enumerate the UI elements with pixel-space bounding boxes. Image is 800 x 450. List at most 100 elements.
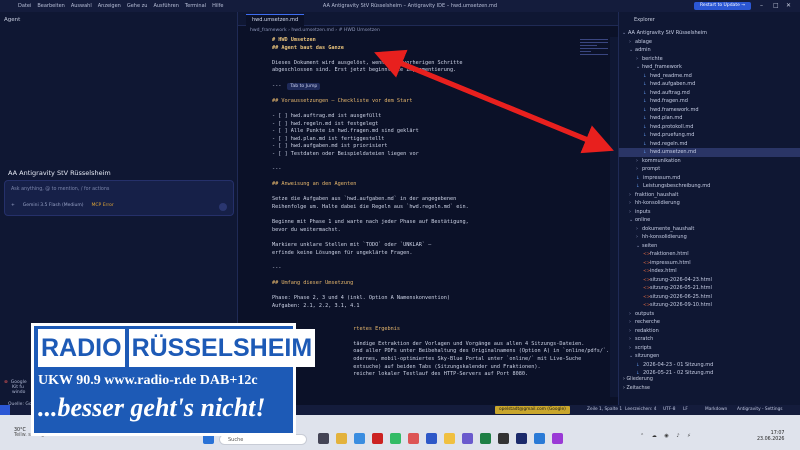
code-line[interactable]: ## Anweisung an den Agenten: [272, 181, 612, 189]
breadcrumb[interactable]: hwd_framework › hwd.umsetzen.md › # HWD …: [250, 28, 380, 33]
breadcrumb-item[interactable]: # HWD Umsetzen: [339, 28, 380, 33]
tree-file[interactable]: <>impressum.html: [619, 259, 800, 268]
close-icon[interactable]: ✕: [786, 2, 791, 9]
tree-folder[interactable]: › recherche: [619, 318, 800, 327]
antigravity-icon[interactable]: [516, 433, 527, 444]
code-line[interactable]: [272, 105, 612, 113]
menu-item[interactable]: Anzeigen: [98, 3, 121, 9]
settings-status[interactable]: Antigravity - Settings: [737, 407, 783, 412]
app-icon[interactable]: [408, 433, 419, 444]
tree-folder[interactable]: › outputs: [619, 310, 800, 319]
tree-folder[interactable]: › scratch: [619, 335, 800, 344]
tree-file[interactable]: ↓ 2026-04-23 - 01 Sitzung.md: [619, 361, 800, 370]
code-line[interactable]: Phase: Phase 2, 3 und 4 (inkl. Option A …: [272, 295, 612, 303]
code-line[interactable]: odernes, mobil-optimiertes Sky-Blue Port…: [272, 356, 612, 364]
terminal-icon[interactable]: [498, 433, 509, 444]
system-tray[interactable]: ⌃ ☁ ◉ ♪ ⚡: [640, 433, 694, 439]
minimize-icon[interactable]: –: [760, 2, 763, 9]
app-icon[interactable]: [480, 433, 491, 444]
menu-item[interactable]: Datei: [18, 3, 31, 9]
code-line[interactable]: ## Umfang dieser Umsetzung: [272, 280, 612, 288]
breadcrumb-item[interactable]: hwd_framework: [250, 28, 287, 33]
tab-hwd-umsetzen[interactable]: hwd.umsetzen.md: [246, 14, 305, 26]
tree-file[interactable]: ↓ hwd_readme.md: [619, 72, 800, 81]
code-line[interactable]: [272, 189, 612, 197]
send-icon[interactable]: [219, 203, 227, 211]
app-icon[interactable]: [462, 433, 473, 444]
breadcrumb-item[interactable]: hwd.umsetzen.md: [291, 28, 333, 33]
tree-file[interactable]: ↓ impressum.md: [619, 174, 800, 183]
code-line[interactable]: --- Tab to Jump: [272, 82, 612, 91]
indentation[interactable]: Leerzeichen: 4: [625, 407, 656, 412]
code-line[interactable]: [272, 90, 612, 98]
notification[interactable]: ⊗ Google Kit fu windo: [4, 380, 27, 395]
outline-section[interactable]: › Gliederung: [623, 377, 653, 382]
code-line[interactable]: # HWD Umsetzen: [272, 37, 612, 45]
app-icon[interactable]: [426, 433, 437, 444]
restart-update-button[interactable]: Restart to Update →: [694, 2, 752, 10]
code-line[interactable]: [272, 212, 612, 220]
code-line[interactable]: [272, 272, 612, 280]
tree-file[interactable]: ↓ hwd.aufgaben.md: [619, 80, 800, 89]
tab-to-jump-hint[interactable]: Tab to Jump: [287, 82, 321, 91]
timeline-section[interactable]: › Zeitachse: [623, 386, 650, 391]
code-line[interactable]: [272, 52, 612, 60]
tree-file[interactable]: <>fraktionen.html: [619, 250, 800, 259]
app-icon[interactable]: [444, 433, 455, 444]
code-line[interactable]: ## Voraussetzungen – Checkliste vor dem …: [272, 98, 612, 106]
tree-folder[interactable]: › kommunikation: [619, 157, 800, 166]
code-line[interactable]: [272, 310, 612, 318]
tree-folder[interactable]: ⌄ hwd_framework: [619, 63, 800, 72]
menu-item[interactable]: Bearbeiten: [37, 3, 64, 9]
app-icon[interactable]: [390, 433, 401, 444]
code-line[interactable]: Markiere unklare Stellen mit `TODO` oder…: [272, 242, 612, 250]
line-ending[interactable]: LF: [683, 407, 688, 412]
code-line[interactable]: - [ ] hwd.auftrag.md ist ausgefüllt: [272, 113, 612, 121]
mcp-error-badge[interactable]: MCP Error: [92, 203, 114, 208]
agent-input-placeholder[interactable]: Ask anything, @ to mention, / for action…: [11, 187, 109, 192]
menu-item[interactable]: Auswahl: [71, 3, 92, 9]
menu-item[interactable]: Hilfe: [212, 3, 223, 9]
code-line[interactable]: - [ ] hwd.aufgaben.md ist priorisiert: [272, 143, 612, 151]
code-line[interactable]: reicher lokaler Testlauf des HTTP-Server…: [272, 371, 612, 379]
code-line[interactable]: [272, 333, 612, 341]
tree-folder[interactable]: › berichte: [619, 55, 800, 64]
encoding[interactable]: UTF-8: [663, 407, 676, 412]
code-line[interactable]: Aufgaben: 2.1, 2.2, 3.1, 4.1: [272, 303, 612, 311]
remote-icon[interactable]: [0, 405, 10, 415]
tree-folder[interactable]: › dokumente_haushalt: [619, 225, 800, 234]
code-line[interactable]: oad aller PDFs unter Beibehaltung des Or…: [272, 348, 612, 356]
code-line[interactable]: [272, 174, 612, 182]
tree-folder[interactable]: ⌄ seiten: [619, 242, 800, 251]
code-line[interactable]: - [ ] hwd.regeln.md ist festgelegt: [272, 121, 612, 129]
code-line[interactable]: Dieses Dokument wird ausgelöst, wenn all…: [272, 60, 612, 68]
opera-icon[interactable]: [372, 433, 383, 444]
tree-file[interactable]: <>sitzung-2026-06-25.html: [619, 293, 800, 302]
tree-file[interactable]: ↓ hwd.protokoll.md: [619, 123, 800, 132]
code-line[interactable]: [272, 75, 612, 83]
tree-file[interactable]: <>sitzung-2026-04-23.html: [619, 276, 800, 285]
menu-item[interactable]: Terminal: [185, 3, 206, 9]
code-line[interactable]: Beginne mit Phase 1 und warte nach jeder…: [272, 219, 612, 227]
code-line[interactable]: rtetes Ergebnis: [272, 326, 612, 334]
code-line[interactable]: [272, 257, 612, 265]
code-line[interactable]: - [ ] hwd.plan.md ist fertiggestellt: [272, 136, 612, 144]
clock[interactable]: 17:07 23.06.2026: [757, 431, 784, 443]
code-line[interactable]: ---: [272, 265, 612, 273]
code-line[interactable]: Reihenfolge um. Halte dabei die Regeln a…: [272, 204, 612, 212]
menu-item[interactable]: Gehe zu: [127, 3, 148, 9]
code-line[interactable]: [272, 288, 612, 296]
plus-icon[interactable]: +: [11, 203, 15, 208]
tree-file[interactable]: ↓ hwd.plan.md: [619, 114, 800, 123]
code-line[interactable]: abgeschlossen sind. Erst jetzt beginnt d…: [272, 67, 612, 75]
code-line[interactable]: - [ ] Testdaten oder Beispieldateien lie…: [272, 151, 612, 159]
tree-file[interactable]: ↓ hwd.pruefung.md: [619, 131, 800, 140]
tree-folder[interactable]: › inputs: [619, 208, 800, 217]
app-icon[interactable]: [318, 433, 329, 444]
tree-file[interactable]: ↓ hwd.regeln.md: [619, 140, 800, 149]
tree-folder[interactable]: › hh-konsolidierung: [619, 199, 800, 208]
tree-file[interactable]: <>sitzung-2026-09-10.html: [619, 301, 800, 310]
cursor-position[interactable]: Zeile 1, Spalte 1: [587, 407, 622, 412]
tree-folder[interactable]: › ablage: [619, 38, 800, 47]
maximize-icon[interactable]: □: [773, 2, 779, 9]
